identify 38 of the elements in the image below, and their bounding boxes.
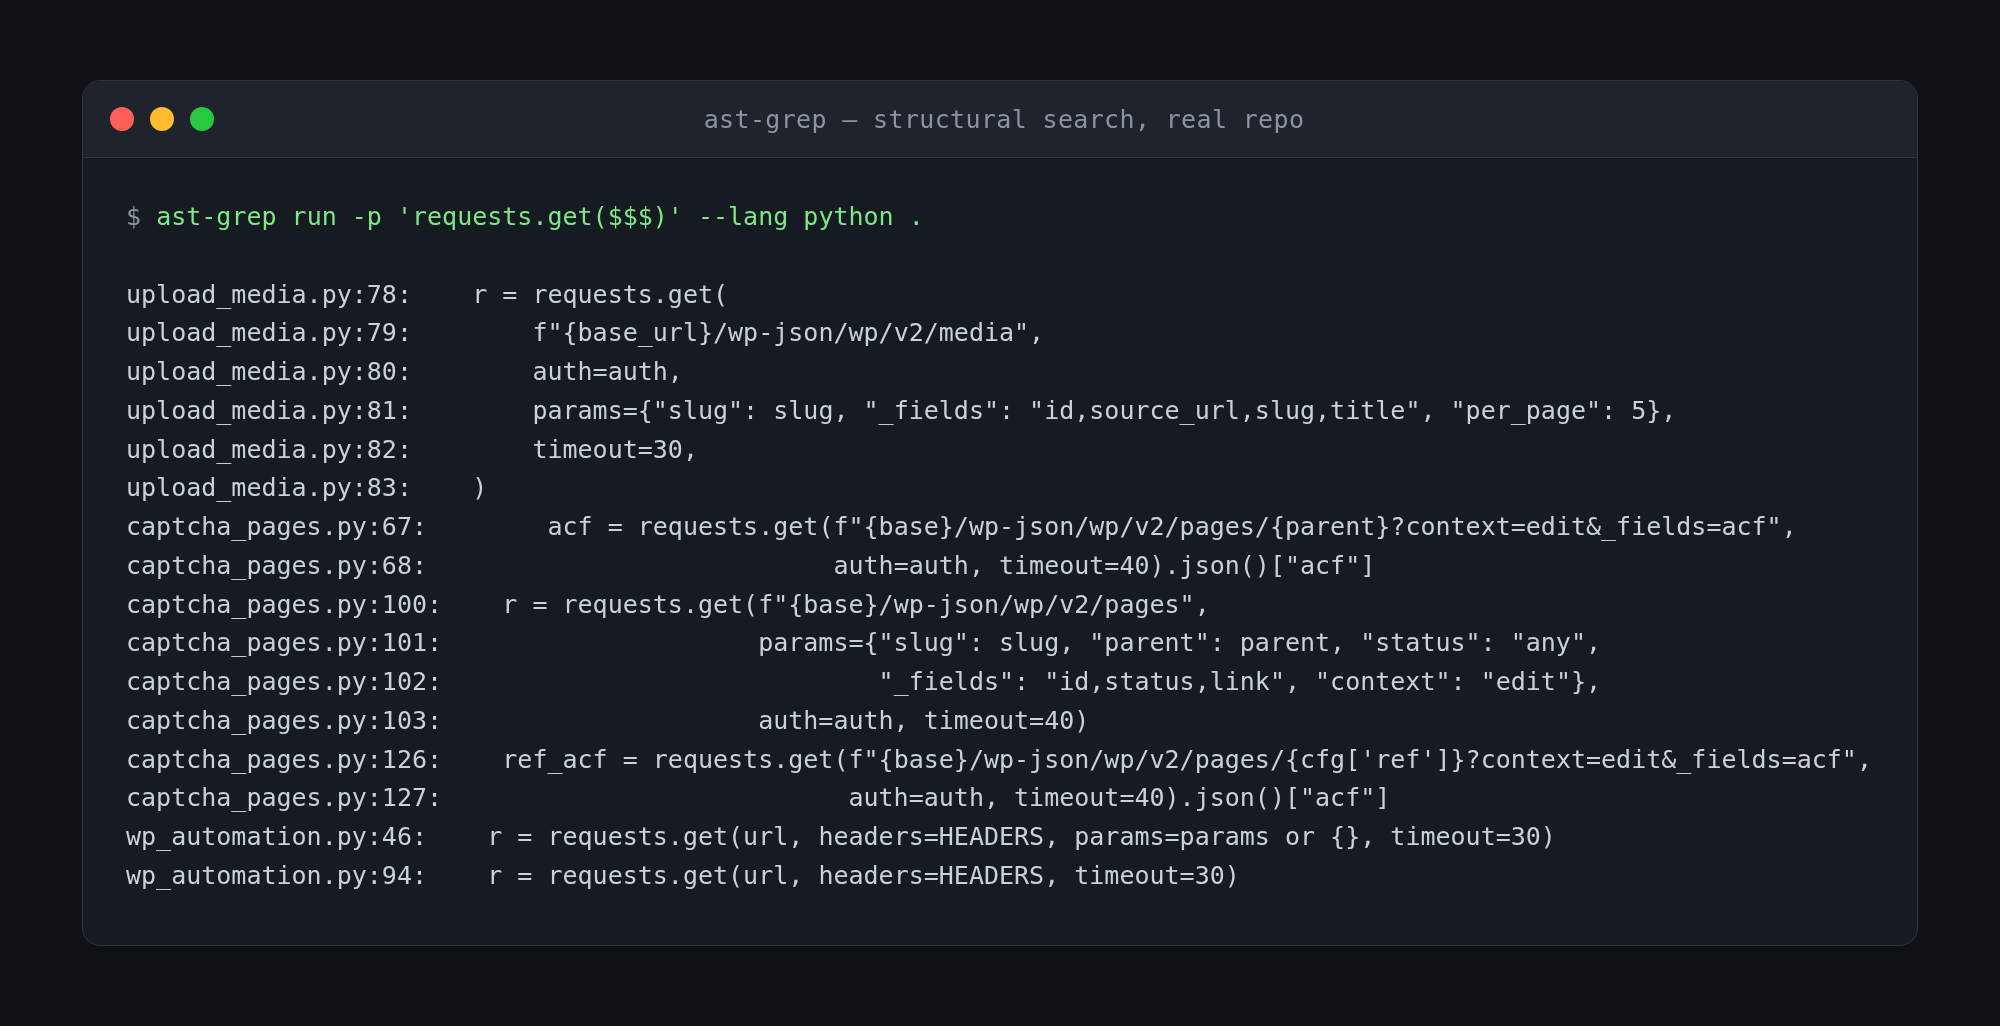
maximize-icon[interactable] <box>190 107 214 131</box>
code-line: auth=auth, timeout=40).json()["acf"] <box>848 783 1391 813</box>
code-line: f"{base_url}/wp-json/wp/v2/media", <box>532 318 1045 348</box>
code-line: r = requests.get(f"{base}/wp-json/wp/v2/pages", <box>502 589 1210 619</box>
code-line: auth=auth, <box>532 357 683 386</box>
window-title: ast-grep — structural search, real repo <box>702 104 1305 134</box>
code-line: auth=auth, timeout=40).json()["acf"] <box>833 550 1376 580</box>
minimize-icon[interactable] <box>150 107 174 131</box>
code-line: "_fields": "id,status,link", "context": "edit"}, <box>878 667 1602 696</box>
prompt-symbol: $ <box>126 202 142 231</box>
match-location: upload_media.py:81: <box>126 395 412 425</box>
code-line: timeout=30, <box>532 434 698 464</box>
match-location: captcha_pages.py:103: <box>126 705 443 735</box>
code-line: r = requests.get(url, headers=HEADERS, timeout=30) <box>487 860 1240 890</box>
code-line: ) <box>472 473 488 503</box>
command-text: ast-grep run -p 'requests.get($$$)' --lang python . <box>156 202 924 231</box>
match-location: captcha_pages.py:101: <box>126 628 443 658</box>
code-line: r = requests.get(url, headers=HEADERS, params=params or {}, timeout=30) <box>487 822 1556 851</box>
match-location: captcha_pages.py:102: <box>126 667 443 696</box>
match-location: captcha_pages.py:67: <box>126 512 428 541</box>
code-line: params={"slug": slug, "parent": parent, "status": "any", <box>758 628 1602 658</box>
match-location: upload_media.py:78: <box>126 279 412 309</box>
code-line: r = requests.get( <box>472 279 729 309</box>
code-line: acf = requests.get(f"{base}/wp-json/wp/v2/pages/{parent}?context=edit&_fields=acf", <box>547 512 1797 541</box>
match-location: captcha_pages.py:100: <box>126 589 443 619</box>
match-location: captcha_pages.py:126: <box>126 744 443 774</box>
close-icon[interactable] <box>110 107 134 131</box>
match-location: wp_automation.py:46: <box>126 822 428 851</box>
match-location: upload_media.py:82: <box>126 434 412 464</box>
match-location: upload_media.py:83: <box>126 473 412 503</box>
match-location: upload_media.py:79: <box>126 318 412 348</box>
code-line: ref_acf = requests.get(f"{base}/wp-json/wp/v2/pages/{cfg['ref']}?context=edit&_fields=acf", <box>502 744 1872 774</box>
match-location: captcha_pages.py:68: <box>126 550 428 580</box>
code-line: auth=auth, timeout=40) <box>758 705 1090 735</box>
match-location: upload_media.py:80: <box>126 357 412 386</box>
match-location: wp_automation.py:94: <box>126 860 428 890</box>
code-line: params={"slug": slug, "_fields": "id,source_url,slug,title", "per_page": 5}, <box>532 395 1677 425</box>
match-location: captcha_pages.py:127: <box>126 783 443 813</box>
